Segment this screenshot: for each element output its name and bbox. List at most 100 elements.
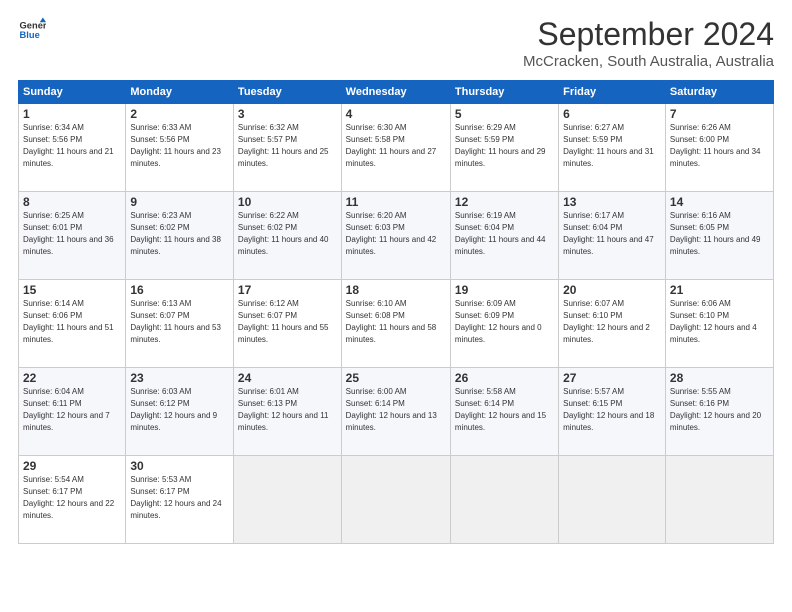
day-info: Sunrise: 6:10 AMSunset: 6:08 PMDaylight:… [346,298,446,346]
day-info: Sunrise: 5:53 AMSunset: 6:17 PMDaylight:… [130,474,229,522]
day-info: Sunrise: 6:33 AMSunset: 5:56 PMDaylight:… [130,122,229,170]
day-info: Sunrise: 6:23 AMSunset: 6:02 PMDaylight:… [130,210,229,258]
day-info: Sunrise: 5:57 AMSunset: 6:15 PMDaylight:… [563,386,661,434]
day-info: Sunrise: 6:22 AMSunset: 6:02 PMDaylight:… [238,210,337,258]
header: General Blue September 2024 McCracken, S… [18,16,774,70]
day-info: Sunrise: 5:58 AMSunset: 6:14 PMDaylight:… [455,386,554,434]
day-number: 18 [346,283,446,297]
table-row: 4Sunrise: 6:30 AMSunset: 5:58 PMDaylight… [341,104,450,192]
day-number: 5 [455,107,554,121]
day-info: Sunrise: 6:13 AMSunset: 6:07 PMDaylight:… [130,298,229,346]
day-info: Sunrise: 6:19 AMSunset: 6:04 PMDaylight:… [455,210,554,258]
table-row: 11Sunrise: 6:20 AMSunset: 6:03 PMDayligh… [341,192,450,280]
table-row: 19Sunrise: 6:09 AMSunset: 6:09 PMDayligh… [450,280,558,368]
table-row: 24Sunrise: 6:01 AMSunset: 6:13 PMDayligh… [233,368,341,456]
day-info: Sunrise: 6:04 AMSunset: 6:11 PMDaylight:… [23,386,121,434]
table-row: 13Sunrise: 6:17 AMSunset: 6:04 PMDayligh… [559,192,666,280]
calendar-table: Sunday Monday Tuesday Wednesday Thursday… [18,80,774,544]
table-row: 29Sunrise: 5:54 AMSunset: 6:17 PMDayligh… [19,456,126,544]
day-number: 26 [455,371,554,385]
table-row [233,456,341,544]
calendar-week-5: 29Sunrise: 5:54 AMSunset: 6:17 PMDayligh… [19,456,774,544]
day-number: 21 [670,283,769,297]
header-saturday: Saturday [665,81,773,104]
table-row: 8Sunrise: 6:25 AMSunset: 6:01 PMDaylight… [19,192,126,280]
day-number: 29 [23,459,121,473]
day-info: Sunrise: 6:34 AMSunset: 5:56 PMDaylight:… [23,122,121,170]
day-number: 23 [130,371,229,385]
day-info: Sunrise: 6:20 AMSunset: 6:03 PMDaylight:… [346,210,446,258]
table-row: 21Sunrise: 6:06 AMSunset: 6:10 PMDayligh… [665,280,773,368]
day-info: Sunrise: 6:09 AMSunset: 6:09 PMDaylight:… [455,298,554,346]
day-info: Sunrise: 6:14 AMSunset: 6:06 PMDaylight:… [23,298,121,346]
table-row: 30Sunrise: 5:53 AMSunset: 6:17 PMDayligh… [126,456,234,544]
table-row: 15Sunrise: 6:14 AMSunset: 6:06 PMDayligh… [19,280,126,368]
day-number: 8 [23,195,121,209]
day-number: 25 [346,371,446,385]
title-block: September 2024 McCracken, South Australi… [523,16,774,70]
table-row [559,456,666,544]
day-info: Sunrise: 6:03 AMSunset: 6:12 PMDaylight:… [130,386,229,434]
table-row: 3Sunrise: 6:32 AMSunset: 5:57 PMDaylight… [233,104,341,192]
day-info: Sunrise: 6:01 AMSunset: 6:13 PMDaylight:… [238,386,337,434]
day-info: Sunrise: 6:25 AMSunset: 6:01 PMDaylight:… [23,210,121,258]
day-number: 2 [130,107,229,121]
calendar-header-row: Sunday Monday Tuesday Wednesday Thursday… [19,81,774,104]
day-number: 24 [238,371,337,385]
table-row: 2Sunrise: 6:33 AMSunset: 5:56 PMDaylight… [126,104,234,192]
day-number: 10 [238,195,337,209]
day-info: Sunrise: 6:07 AMSunset: 6:10 PMDaylight:… [563,298,661,346]
header-sunday: Sunday [19,81,126,104]
day-number: 12 [455,195,554,209]
svg-text:Blue: Blue [20,30,40,40]
table-row: 12Sunrise: 6:19 AMSunset: 6:04 PMDayligh… [450,192,558,280]
page: General Blue September 2024 McCracken, S… [0,0,792,612]
day-number: 19 [455,283,554,297]
header-monday: Monday [126,81,234,104]
day-number: 20 [563,283,661,297]
day-number: 7 [670,107,769,121]
table-row: 10Sunrise: 6:22 AMSunset: 6:02 PMDayligh… [233,192,341,280]
table-row: 23Sunrise: 6:03 AMSunset: 6:12 PMDayligh… [126,368,234,456]
day-number: 30 [130,459,229,473]
day-number: 3 [238,107,337,121]
table-row: 5Sunrise: 6:29 AMSunset: 5:59 PMDaylight… [450,104,558,192]
day-info: Sunrise: 6:06 AMSunset: 6:10 PMDaylight:… [670,298,769,346]
table-row [341,456,450,544]
day-number: 15 [23,283,121,297]
table-row: 28Sunrise: 5:55 AMSunset: 6:16 PMDayligh… [665,368,773,456]
table-row [450,456,558,544]
day-info: Sunrise: 6:16 AMSunset: 6:05 PMDaylight:… [670,210,769,258]
header-thursday: Thursday [450,81,558,104]
table-row: 20Sunrise: 6:07 AMSunset: 6:10 PMDayligh… [559,280,666,368]
table-row: 22Sunrise: 6:04 AMSunset: 6:11 PMDayligh… [19,368,126,456]
calendar-week-2: 8Sunrise: 6:25 AMSunset: 6:01 PMDaylight… [19,192,774,280]
table-row: 14Sunrise: 6:16 AMSunset: 6:05 PMDayligh… [665,192,773,280]
table-row [665,456,773,544]
day-info: Sunrise: 6:27 AMSunset: 5:59 PMDaylight:… [563,122,661,170]
day-info: Sunrise: 5:55 AMSunset: 6:16 PMDaylight:… [670,386,769,434]
day-number: 16 [130,283,229,297]
subtitle: McCracken, South Australia, Australia [523,53,774,70]
calendar-week-1: 1Sunrise: 6:34 AMSunset: 5:56 PMDaylight… [19,104,774,192]
day-info: Sunrise: 6:32 AMSunset: 5:57 PMDaylight:… [238,122,337,170]
table-row: 17Sunrise: 6:12 AMSunset: 6:07 PMDayligh… [233,280,341,368]
table-row: 18Sunrise: 6:10 AMSunset: 6:08 PMDayligh… [341,280,450,368]
day-info: Sunrise: 6:17 AMSunset: 6:04 PMDaylight:… [563,210,661,258]
day-info: Sunrise: 5:54 AMSunset: 6:17 PMDaylight:… [23,474,121,522]
calendar-week-3: 15Sunrise: 6:14 AMSunset: 6:06 PMDayligh… [19,280,774,368]
day-info: Sunrise: 6:26 AMSunset: 6:00 PMDaylight:… [670,122,769,170]
day-number: 9 [130,195,229,209]
header-wednesday: Wednesday [341,81,450,104]
header-friday: Friday [559,81,666,104]
table-row: 27Sunrise: 5:57 AMSunset: 6:15 PMDayligh… [559,368,666,456]
day-number: 14 [670,195,769,209]
day-number: 13 [563,195,661,209]
table-row: 16Sunrise: 6:13 AMSunset: 6:07 PMDayligh… [126,280,234,368]
day-number: 27 [563,371,661,385]
calendar-week-4: 22Sunrise: 6:04 AMSunset: 6:11 PMDayligh… [19,368,774,456]
day-number: 1 [23,107,121,121]
logo-icon: General Blue [18,16,46,44]
day-number: 11 [346,195,446,209]
day-number: 28 [670,371,769,385]
